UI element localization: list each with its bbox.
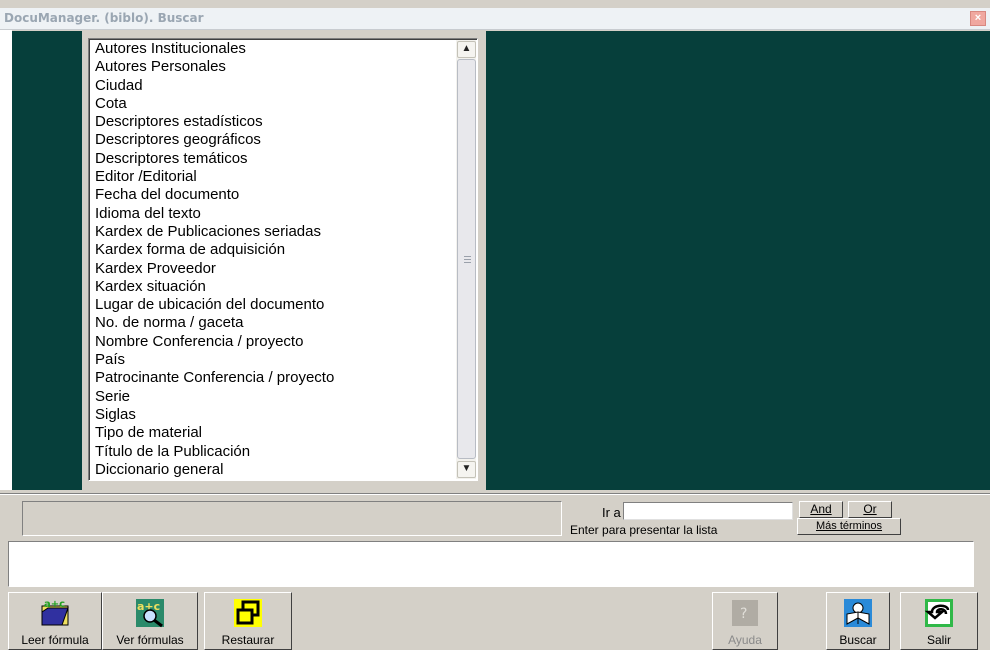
title-bar: DocuManager. (biblo). Buscar × (0, 8, 990, 30)
list-item[interactable]: Autores Personales (95, 58, 455, 76)
or-button-label: Or (863, 502, 877, 516)
list-item[interactable]: Idioma del texto (95, 205, 455, 223)
buscar-label: Buscar (839, 633, 877, 647)
goto-label: Ir a (602, 505, 621, 520)
enter-hint: Enter para presentar la lista (570, 523, 718, 537)
list-item[interactable]: Lugar de ubicación del documento (95, 296, 455, 314)
list-item[interactable]: Kardex forma de adquisición (95, 241, 455, 259)
window-title: DocuManager. (biblo). Buscar (4, 11, 204, 25)
exit-arrow-icon (924, 599, 953, 627)
abc-magnifier-icon: a+c (136, 599, 164, 628)
list-item[interactable]: Kardex situación (95, 278, 455, 296)
list-item[interactable]: No. de norma / gaceta (95, 314, 455, 332)
field-list: Autores Institucionales Autores Personale… (95, 40, 455, 479)
restaurar-button[interactable]: Restaurar (204, 592, 292, 650)
list-item[interactable]: Título de la Publicación (95, 443, 455, 461)
leer-formula-button[interactable]: a+c Leer fórmula (8, 592, 102, 650)
salir-label: Salir (926, 633, 951, 647)
buscar-button[interactable]: Buscar (826, 592, 890, 650)
ayuda-label: Ayuda (728, 633, 762, 647)
list-item[interactable]: Diccionario general (95, 461, 455, 479)
list-item[interactable]: Editor /Editorial (95, 168, 455, 186)
divider (0, 493, 990, 495)
status-box (22, 501, 562, 536)
abc-folder-icon: a+c (41, 599, 69, 626)
svg-text:?: ? (740, 606, 747, 622)
grip-icon (464, 256, 471, 263)
list-item[interactable]: Patrocinante Conferencia / proyecto (95, 369, 455, 387)
help-icon: ? (732, 600, 758, 626)
list-scrollbar[interactable]: ▲ ▼ (456, 40, 476, 479)
list-item[interactable]: Tipo de material (95, 424, 455, 442)
restore-window-icon (234, 599, 262, 627)
list-item[interactable]: Serie (95, 388, 455, 406)
and-button[interactable]: And (799, 501, 843, 518)
svg-text:a+c: a+c (44, 599, 65, 610)
scroll-down-icon[interactable]: ▼ (457, 461, 476, 478)
close-icon[interactable]: × (970, 11, 986, 26)
scroll-thumb[interactable] (457, 59, 476, 459)
ayuda-button[interactable]: ? Ayuda (712, 592, 778, 650)
goto-input[interactable] (623, 502, 793, 520)
list-item[interactable]: Fecha del documento (95, 186, 455, 204)
leer-formula-label: Leer fórmula (21, 633, 89, 647)
list-item[interactable]: Ciudad (95, 77, 455, 95)
scroll-up-icon[interactable]: ▲ (457, 41, 476, 58)
reader-book-icon (844, 599, 872, 627)
list-item[interactable]: Kardex Proveedor (95, 260, 455, 278)
field-listbox[interactable]: Autores Institucionales Autores Personale… (88, 38, 478, 481)
search-window: DocuManager. (biblo). Buscar × Autores I… (0, 0, 990, 650)
more-terms-button[interactable]: Más términos (797, 518, 901, 535)
list-item[interactable]: Descriptores temáticos (95, 150, 455, 168)
list-item[interactable]: Autores Institucionales (95, 40, 455, 58)
list-item[interactable]: Nombre Conferencia / proyecto (95, 333, 455, 351)
left-edge-strip (0, 30, 12, 490)
and-button-label: And (810, 502, 832, 516)
list-item[interactable]: Kardex de Publicaciones seriadas (95, 223, 455, 241)
list-item[interactable]: Cota (95, 95, 455, 113)
salir-button[interactable]: Salir (900, 592, 978, 650)
list-item[interactable]: Descriptores estadísticos (95, 113, 455, 131)
query-textarea[interactable] (8, 541, 974, 587)
list-item[interactable]: Siglas (95, 406, 455, 424)
more-terms-label: Más términos (815, 520, 883, 532)
ver-formulas-label: Ver fórmulas (116, 633, 184, 647)
list-item[interactable]: Descriptores geográficos (95, 131, 455, 149)
ver-formulas-button[interactable]: a+c Ver fórmulas (102, 592, 198, 650)
restaurar-label: Restaurar (221, 633, 275, 647)
list-item[interactable]: País (95, 351, 455, 369)
or-button[interactable]: Or (848, 501, 892, 518)
